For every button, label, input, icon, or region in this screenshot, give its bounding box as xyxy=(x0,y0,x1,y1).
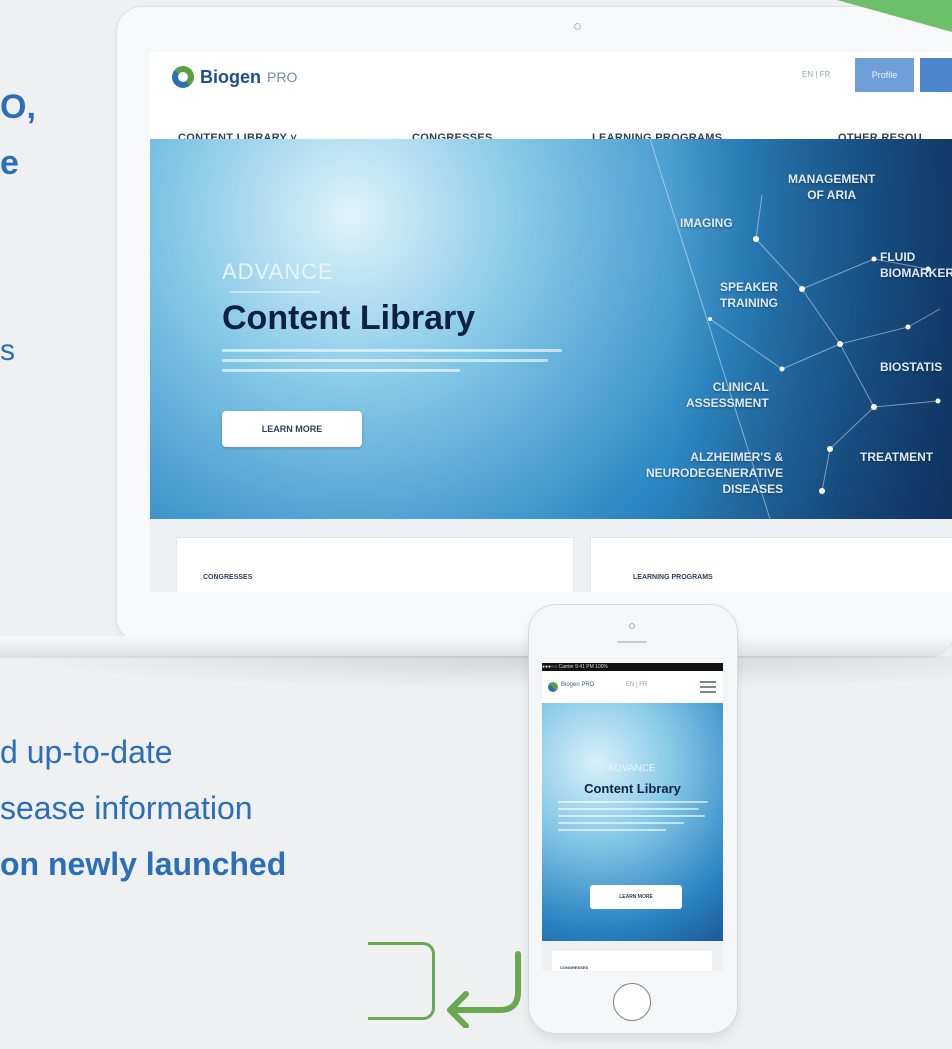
site-logo[interactable]: Biogen PRO xyxy=(172,66,297,88)
phone-camera xyxy=(629,623,635,629)
status-bar: ●●●○○ Carrier 9:41 PM 100% xyxy=(542,663,723,671)
topic-biostatistics[interactable]: BIOSTATIS xyxy=(880,359,942,375)
learning-programs-card[interactable]: LEARNING PROGRAMS xyxy=(590,537,952,592)
marketing-line: d up-to-date xyxy=(0,734,173,770)
hero-banner: ADVANCE Content Library LEARN MORE MANAG… xyxy=(150,139,952,519)
phone-speaker xyxy=(617,641,647,643)
topic-management-of-aria[interactable]: MANAGEMENT OF ARIA xyxy=(788,171,875,203)
topic-clinical-assessment[interactable]: CLINICAL ASSESSMENT xyxy=(686,379,769,411)
biogen-logo-icon xyxy=(548,682,558,692)
mobile-hero-description xyxy=(558,801,708,836)
marketing-line: s xyxy=(0,334,15,367)
advance-logo: ADVANCE xyxy=(608,763,656,774)
mobile-hero: ADVANCE Content Library LEARN MORE xyxy=(542,703,723,941)
mobile-hero-title: Content Library xyxy=(584,781,681,796)
topic-fluid-biomarker[interactable]: FLUID BIOMARKER xyxy=(880,249,952,281)
laptop-camera xyxy=(574,23,581,30)
hero-description xyxy=(222,349,562,379)
profile-button[interactable]: Profile xyxy=(855,58,914,92)
topic-alzheimers[interactable]: ALZHEIMER'S & NEURODEGENERATIVE DISEASES xyxy=(646,449,783,497)
card-title: CONGRESSES xyxy=(560,965,589,970)
phone-frame: ●●●○○ Carrier 9:41 PM 100% Biogen PRO EN… xyxy=(528,604,738,1034)
laptop-shadow xyxy=(0,656,952,690)
logo-suffix: PRO xyxy=(267,69,298,85)
hero-title: Content Library xyxy=(222,299,476,337)
card-title: CONGRESSES xyxy=(203,574,253,581)
learn-more-button[interactable]: LEARN MORE xyxy=(222,411,362,447)
mobile-logo-text[interactable]: Biogen PRO xyxy=(561,682,594,688)
topic-speaker-training[interactable]: SPEAKER TRAINING xyxy=(720,279,778,311)
header-action-button[interactable] xyxy=(920,58,952,92)
topic-imaging[interactable]: IMAGING xyxy=(680,215,733,231)
mobile-congresses-card[interactable]: CONGRESSES xyxy=(552,951,712,971)
topic-treatment[interactable]: TREATMENT xyxy=(860,449,933,465)
corner-decoration xyxy=(837,0,952,32)
biogen-logo-icon xyxy=(172,66,194,88)
marketing-line: O, xyxy=(0,88,36,126)
phone-screen: ●●●○○ Carrier 9:41 PM 100% Biogen PRO EN… xyxy=(542,663,723,971)
hamburger-menu-icon[interactable] xyxy=(700,681,716,696)
mobile-learn-more-button[interactable]: LEARN MORE xyxy=(590,885,682,909)
laptop-base xyxy=(0,636,952,658)
card-title: LEARNING PROGRAMS xyxy=(633,574,713,581)
home-button[interactable] xyxy=(613,983,651,1021)
language-switch[interactable]: EN | FR xyxy=(802,70,830,79)
mobile-language-switch[interactable]: EN | FR xyxy=(626,682,647,688)
marketing-line: e xyxy=(0,144,19,182)
lower-section: CONGRESSES LEARNING PROGRAMS xyxy=(150,519,952,592)
logo-brand: Biogen xyxy=(200,66,261,87)
laptop-screen: Biogen PRO EN | FR Profile CONTENT LIBRA… xyxy=(150,52,952,592)
congresses-card[interactable]: CONGRESSES xyxy=(176,537,574,592)
mobile-header: Biogen PRO EN | FR xyxy=(542,671,723,703)
site-header: Biogen PRO EN | FR Profile xyxy=(150,52,952,100)
marketing-line: on newly launched xyxy=(0,846,287,882)
cta-button-fragment[interactable] xyxy=(368,942,435,1020)
marketing-line: sease information xyxy=(0,790,253,826)
mobile-lower-section: CONGRESSES xyxy=(542,941,723,971)
advance-logo: ADVANCE xyxy=(222,259,334,284)
